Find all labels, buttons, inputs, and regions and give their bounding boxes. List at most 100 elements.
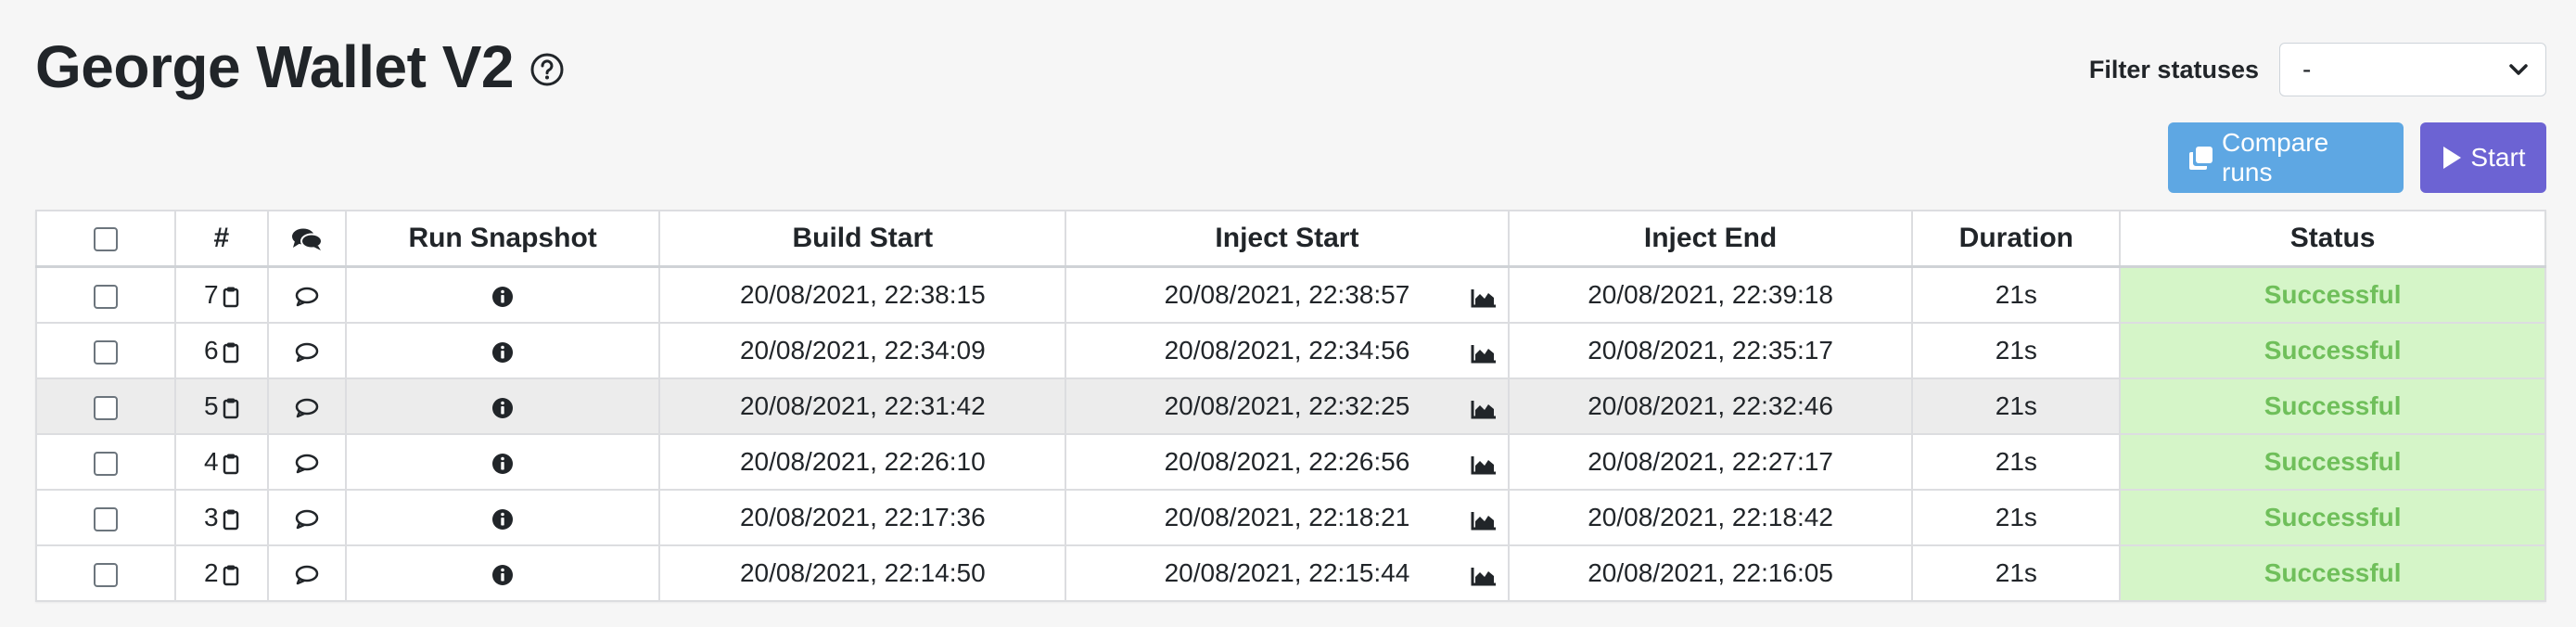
column-build-start: Build Start — [658, 210, 1067, 268]
comment-icon[interactable] — [295, 336, 319, 365]
inject-end-cell: 20/08/2021, 22:32:46 — [1507, 377, 1914, 435]
page: George Wallet V2 Filter statuses - Compa… — [0, 0, 2576, 627]
title-row: George Wallet V2 — [35, 30, 564, 104]
question-circle-icon[interactable] — [530, 53, 564, 86]
select-all-checkbox[interactable] — [93, 227, 118, 252]
inject-end-cell: 20/08/2021, 22:18:42 — [1507, 489, 1914, 546]
table-row[interactable]: 2 20/08/2021, 22:14:50 20/08/2021, 22:15:4… — [35, 544, 2546, 602]
table-row[interactable]: 7 20/08/2021, 22:38:15 20/08/2021, 22:38:5… — [35, 265, 2546, 324]
copy-icon — [2189, 147, 2213, 170]
inject-start-cell: 20/08/2021, 22:32:25 — [1065, 377, 1510, 435]
action-buttons: Compare runs Start — [2168, 122, 2546, 193]
page-title: George Wallet V2 — [35, 33, 515, 100]
clipboard-icon[interactable] — [223, 391, 239, 421]
comment-cell — [266, 544, 347, 602]
comment-cell — [266, 489, 347, 546]
inject-start-value: 20/08/2021, 22:26:56 — [1164, 447, 1410, 476]
inject-end-cell: 20/08/2021, 22:35:17 — [1507, 322, 1914, 379]
info-icon[interactable] — [491, 558, 514, 587]
build-start-cell: 20/08/2021, 22:38:15 — [658, 265, 1067, 324]
duration-cell: 21s — [1911, 322, 2122, 379]
build-start-cell: 20/08/2021, 22:26:10 — [658, 433, 1067, 491]
row-select-cell — [35, 489, 176, 546]
inject-end-cell: 20/08/2021, 22:27:17 — [1507, 433, 1914, 491]
filter-row: Filter statuses - — [2089, 43, 2546, 96]
run-number-cell: 5 — [173, 377, 269, 435]
area-chart-icon[interactable] — [1471, 340, 1497, 364]
chevron-down-icon — [2509, 64, 2528, 75]
filter-statuses-select[interactable]: - — [2279, 43, 2546, 96]
area-chart-icon[interactable] — [1471, 396, 1497, 419]
comment-cell — [266, 322, 347, 379]
snapshot-cell — [344, 265, 661, 324]
table-row[interactable]: 3 20/08/2021, 22:17:36 20/08/2021, 22:18:2… — [35, 489, 2546, 546]
inject-start-value: 20/08/2021, 22:38:57 — [1164, 280, 1410, 309]
inject-start-value: 20/08/2021, 22:32:25 — [1164, 391, 1410, 420]
row-checkbox[interactable] — [93, 451, 118, 476]
info-icon[interactable] — [491, 391, 514, 420]
clipboard-icon[interactable] — [223, 336, 239, 365]
table-row[interactable]: 5 20/08/2021, 22:31:42 20/08/2021, 22:32:2… — [35, 377, 2546, 435]
status-badge: Successful — [2119, 322, 2546, 379]
status-badge: Successful — [2119, 433, 2546, 491]
inject-start-cell: 20/08/2021, 22:15:44 — [1065, 544, 1510, 602]
select-all-header — [35, 210, 176, 268]
start-label: Start — [2470, 143, 2526, 172]
row-checkbox[interactable] — [93, 284, 118, 309]
inject-start-cell: 20/08/2021, 22:34:56 — [1065, 322, 1510, 379]
inject-start-value: 20/08/2021, 22:15:44 — [1164, 558, 1410, 587]
comment-icon[interactable] — [295, 280, 319, 309]
status-badge: Successful — [2119, 544, 2546, 602]
compare-runs-button[interactable]: Compare runs — [2168, 122, 2404, 193]
inject-start-cell: 20/08/2021, 22:18:21 — [1065, 489, 1510, 546]
info-icon[interactable] — [491, 503, 514, 531]
inject-start-value: 20/08/2021, 22:34:56 — [1164, 336, 1410, 365]
area-chart-icon[interactable] — [1471, 452, 1497, 475]
duration-cell: 21s — [1911, 433, 2122, 491]
row-checkbox[interactable] — [93, 339, 118, 365]
build-start-cell: 20/08/2021, 22:34:09 — [658, 322, 1067, 379]
inject-end-cell: 20/08/2021, 22:39:18 — [1507, 265, 1914, 324]
run-number-cell: 2 — [173, 544, 269, 602]
duration-cell: 21s — [1911, 544, 2122, 602]
run-number: 3 — [204, 503, 219, 531]
comment-icon[interactable] — [295, 558, 319, 587]
clipboard-icon[interactable] — [223, 447, 239, 477]
info-icon[interactable] — [491, 280, 514, 309]
filter-statuses-label: Filter statuses — [2088, 55, 2259, 83]
column-inject-end: Inject End — [1507, 210, 1914, 268]
start-button[interactable]: Start — [2420, 122, 2546, 193]
clipboard-icon[interactable] — [223, 558, 239, 588]
table-row[interactable]: 6 20/08/2021, 22:34:09 20/08/2021, 22:34:5… — [35, 322, 2546, 379]
snapshot-cell — [344, 433, 661, 491]
row-checkbox[interactable] — [93, 395, 118, 420]
runs-table: # Run Snapshot Build Start Inject Start … — [35, 210, 2546, 602]
column-status: Status — [2119, 210, 2546, 268]
area-chart-icon[interactable] — [1471, 563, 1497, 586]
area-chart-icon[interactable] — [1471, 507, 1497, 531]
play-icon — [2443, 147, 2462, 169]
run-number-cell: 6 — [173, 322, 269, 379]
row-checkbox[interactable] — [93, 562, 118, 587]
row-checkbox[interactable] — [93, 506, 118, 531]
info-icon[interactable] — [491, 447, 514, 476]
clipboard-icon[interactable] — [223, 503, 239, 532]
comment-icon[interactable] — [295, 391, 319, 420]
build-start-cell: 20/08/2021, 22:17:36 — [658, 489, 1067, 546]
run-number-cell: 3 — [173, 489, 269, 546]
inject-start-cell: 20/08/2021, 22:38:57 — [1065, 265, 1510, 324]
row-select-cell — [35, 265, 176, 324]
duration-cell: 21s — [1911, 489, 2122, 546]
info-icon[interactable] — [491, 336, 514, 365]
row-select-cell — [35, 433, 176, 491]
comment-icon[interactable] — [295, 447, 319, 476]
comment-icon[interactable] — [295, 503, 319, 531]
run-number-cell: 7 — [173, 265, 269, 324]
table-row[interactable]: 4 20/08/2021, 22:26:10 20/08/2021, 22:26:5… — [35, 433, 2546, 491]
clipboard-icon[interactable] — [223, 280, 239, 310]
column-inject-start: Inject Start — [1065, 210, 1510, 268]
inject-start-value: 20/08/2021, 22:18:21 — [1164, 503, 1410, 531]
snapshot-cell — [344, 489, 661, 546]
area-chart-icon[interactable] — [1471, 285, 1497, 308]
run-number: 7 — [204, 280, 219, 309]
